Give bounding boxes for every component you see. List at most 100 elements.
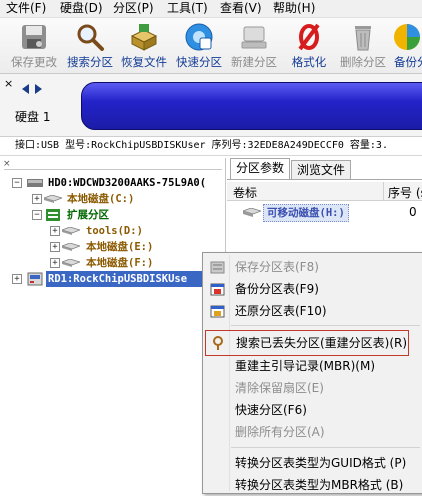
format-label: 格式化 (291, 55, 327, 69)
search-partition-label: 搜索分区 (67, 55, 113, 69)
menu-item-search-lost[interactable]: 搜索已丢失分区(重建分区表)(R) (205, 330, 409, 356)
menu-separator (231, 447, 420, 448)
tree-item-label: 扩展分区 (67, 209, 109, 221)
menu-item-delete-all[interactable]: 删除所有分区(A) (203, 421, 422, 443)
tree-item-drive-c[interactable]: + 本地磁盘(C:) (32, 191, 222, 207)
backup-table-icon (210, 283, 225, 296)
volume-icon (44, 195, 62, 203)
column-header-label[interactable]: 卷标 (233, 184, 257, 201)
volume-label: 可移动磁盘(H:) (263, 204, 349, 222)
menu-item-backup-table[interactable]: 备份分区表(F9) (203, 278, 422, 300)
quick-partition-label: 快速分区 (176, 55, 222, 69)
recover-files-label: 恢复文件 (121, 55, 167, 69)
tree-item-extended[interactable]: − 扩展分区 (32, 207, 222, 223)
tab-partition-params[interactable]: 分区参数 (230, 158, 291, 180)
menu-item-label: 搜索已丢失分区(重建分区表)(R) (236, 336, 408, 350)
menu-item-restore-table[interactable]: 还原分区表(F10) (203, 300, 422, 322)
recover-files-icon (130, 24, 158, 51)
menu-help[interactable]: 帮助(H) (273, 1, 315, 15)
tree-item-hd0[interactable]: − HD0:WDCWD3200AAKS-75L9A0( (12, 175, 222, 191)
context-menu: 保存分区表(F8) 备份分区表(F9) 还原分区表(F10) 搜索已丢失分区(重… (202, 252, 422, 494)
menu-item-label: 删除所有分区(A) (235, 425, 325, 439)
tree-item-label: 本地磁盘(F:) (86, 257, 154, 269)
format-button[interactable]: 格式化 (284, 18, 334, 73)
volume-icon (62, 227, 80, 235)
menu-item-convert-guid[interactable]: 转换分区表类型为GUID格式 (P) (203, 452, 422, 474)
menu-item-label: 清除保留扇区(E) (235, 381, 324, 395)
pane-close-icon[interactable]: × (3, 160, 11, 169)
disk-nav-arrows (22, 84, 42, 94)
menu-item-convert-mbr[interactable]: 转换分区表类型为MBR格式 (B) (203, 474, 422, 496)
disk-partition-map[interactable] (81, 82, 422, 130)
menu-item-label: 转换分区表类型为GUID格式 (P) (235, 456, 407, 470)
table-row[interactable]: 可移动磁盘(H:) 0 (227, 204, 422, 222)
search-partition-button[interactable]: 搜索分区 (64, 18, 116, 73)
backup-partition-label: 备份分 (394, 55, 422, 69)
expand-icon[interactable]: + (50, 226, 60, 236)
new-partition-label: 新建分区 (231, 55, 277, 69)
extended-partition-icon (46, 209, 60, 221)
tree-item-label: RD1:RockChipUSBDISKUse (46, 271, 227, 287)
column-divider (383, 182, 384, 200)
menu-item-clear-reserved[interactable]: 清除保留扇区(E) (203, 377, 422, 399)
delete-partition-label: 删除分区 (340, 55, 386, 69)
menu-bar: 文件(F) 硬盘(D) 分区(P) 工具(T) 查看(V) 帮助(H) (0, 0, 422, 18)
disk-info-text: 接口:USB 型号:RockChipUSBDISKUser 序列号:32EDE8… (15, 140, 388, 151)
disk-info-bar: 接口:USB 型号:RockChipUSBDISKUser 序列号:32EDE8… (0, 137, 422, 156)
close-icon[interactable]: × (4, 78, 13, 89)
save-changes-button[interactable]: 保存更改 (8, 18, 60, 73)
tab-browse-files[interactable]: 浏览文件 (291, 160, 352, 179)
magnifier-icon (77, 24, 104, 51)
menu-disk[interactable]: 硬盘(D) (60, 1, 103, 15)
disk-map-bar: × 硬盘 1 (0, 74, 422, 137)
menu-item-label: 备份分区表(F9) (235, 282, 319, 296)
tree-item-label: tools(D:) (86, 225, 143, 237)
save-table-icon (210, 261, 225, 274)
disk-label: 硬盘 1 (15, 110, 51, 124)
hard-disk-icon (27, 179, 43, 187)
quick-partition-icon (185, 23, 213, 51)
backup-partition-button[interactable]: 备份分 (392, 18, 422, 73)
recover-files-button[interactable]: 恢复文件 (118, 18, 170, 73)
new-partition-button[interactable]: 新建分区 (228, 18, 280, 73)
expand-icon[interactable]: + (50, 242, 60, 252)
save-changes-label: 保存更改 (11, 55, 57, 69)
menu-item-rebuild-mbr[interactable]: 重建主引导记录(MBR)(M) (203, 355, 422, 377)
backup-icon (394, 24, 420, 50)
menu-file[interactable]: 文件(F) (6, 1, 46, 15)
menu-item-label: 快速分区(F6) (235, 403, 307, 417)
column-header-index[interactable]: 序号 (s (388, 184, 422, 201)
next-disk-icon (35, 84, 42, 94)
collapse-icon[interactable]: − (32, 210, 42, 220)
quick-partition-button[interactable]: 快速分区 (173, 18, 225, 73)
table-header: 卷标 序号 (s (227, 182, 422, 201)
search-lost-icon (213, 336, 223, 350)
tree-item-label: 本地磁盘(C:) (67, 193, 135, 205)
pane-divider (4, 169, 222, 170)
menu-view[interactable]: 查看(V) (220, 1, 262, 15)
menu-item-label: 转换分区表类型为MBR格式 (B) (235, 478, 404, 492)
menu-partition[interactable]: 分区(P) (113, 1, 154, 15)
menu-item-quick-partition[interactable]: 快速分区(F6) (203, 399, 422, 421)
expand-icon[interactable]: + (32, 194, 42, 204)
menu-item-save-table[interactable]: 保存分区表(F8) (203, 256, 422, 278)
delete-partition-button[interactable]: 删除分区 (337, 18, 389, 73)
collapse-icon[interactable]: − (12, 178, 22, 188)
new-partition-icon (241, 26, 267, 49)
format-icon (298, 23, 320, 51)
volume-icon (243, 208, 261, 217)
tree-item-drive-d[interactable]: + tools(D:) (50, 223, 222, 239)
menu-item-label: 保存分区表(F8) (235, 260, 319, 274)
toolbar: 保存更改 搜索分区 恢复文件 快速分区 新建分区 格式化 删除分区 备份 (0, 18, 422, 74)
tree-item-drive-f[interactable]: + 本地磁盘(F:) (50, 255, 222, 271)
volume-index: 0 (409, 205, 417, 219)
tree-item-rd1[interactable]: + RD1:RockChipUSBDISKUse (12, 271, 227, 287)
menu-tools[interactable]: 工具(T) (167, 1, 208, 15)
menu-separator (231, 325, 420, 326)
expand-icon[interactable]: + (12, 274, 22, 284)
tab-underline (227, 179, 422, 180)
menu-item-label: 重建主引导记录(MBR)(M) (235, 359, 376, 373)
expand-icon[interactable]: + (50, 258, 60, 268)
disk-tree: × − HD0:WDCWD3200AAKS-75L9A0( + 本地磁盘(C:)… (0, 158, 227, 492)
tree-item-drive-e[interactable]: + 本地磁盘(E:) (50, 239, 222, 255)
